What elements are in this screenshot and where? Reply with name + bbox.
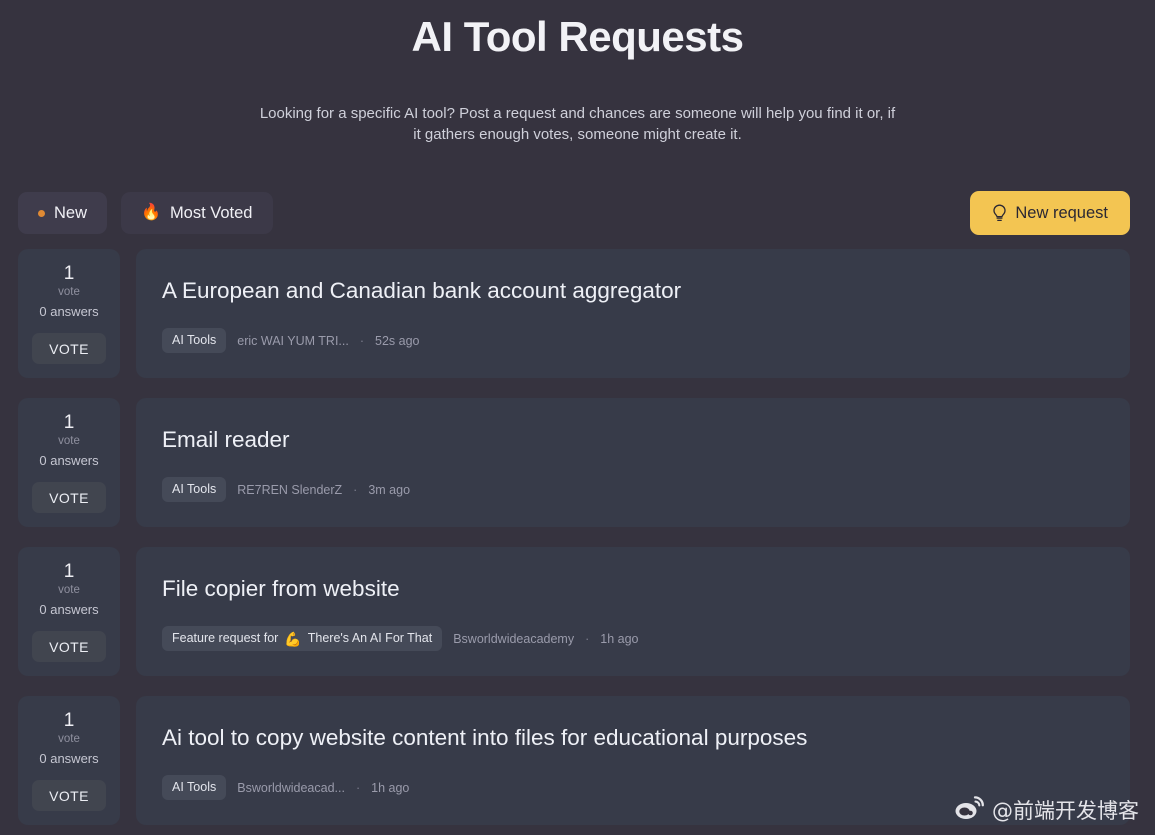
page-title: AI Tool Requests	[411, 13, 744, 60]
tag-label: AI Tools	[172, 333, 217, 347]
request-row: 1 vote 0 answers VOTE A European and Can…	[18, 249, 1130, 378]
vote-panel: 1 vote 0 answers VOTE	[18, 696, 120, 825]
tab-most-voted-label: Most Voted	[169, 203, 253, 222]
fire-icon: 🔥	[141, 204, 161, 221]
request-card[interactable]: Email reader AI Tools RE7REN SlenderZ · …	[136, 398, 1130, 527]
request-time: 3m ago	[368, 482, 411, 497]
vote-word: vote	[58, 435, 80, 447]
tag-pill[interactable]: AI Tools	[162, 775, 227, 800]
vote-panel: 1 vote 0 answers VOTE	[18, 249, 120, 378]
vote-word: vote	[58, 733, 80, 745]
vote-count: 1	[63, 710, 75, 731]
request-row: 1 vote 0 answers VOTE Ai tool to copy we…	[18, 696, 1130, 825]
vote-button[interactable]: VOTE	[32, 631, 106, 662]
vote-word: vote	[58, 584, 80, 596]
meta-separator: ·	[353, 482, 358, 497]
vote-count: 1	[63, 561, 75, 582]
request-card[interactable]: A European and Canadian bank account agg…	[136, 249, 1130, 378]
page-header: AI Tool Requests Looking for a specific …	[0, 0, 1155, 145]
request-title[interactable]: Ai tool to copy website content into fil…	[162, 723, 1104, 753]
requests-list: 1 vote 0 answers VOTE A European and Can…	[0, 249, 1155, 825]
vote-panel: 1 vote 0 answers VOTE	[18, 547, 120, 676]
tag-label: AI Tools	[172, 780, 217, 794]
flexed-biceps-icon: 💪	[284, 630, 302, 647]
request-time: 1h ago	[600, 631, 639, 646]
answers-count: 0 answers	[39, 304, 99, 319]
orange-dot-icon	[38, 209, 45, 217]
request-card[interactable]: Ai tool to copy website content into fil…	[136, 696, 1130, 825]
tag-suffix-label: There's An AI For That	[307, 631, 433, 645]
request-time: 52s ago	[375, 333, 420, 348]
new-request-button[interactable]: New request	[970, 191, 1130, 235]
vote-button[interactable]: VOTE	[32, 333, 106, 364]
request-title[interactable]: A European and Canadian bank account agg…	[162, 276, 1104, 306]
request-author: eric WAI YUM TRI...	[237, 333, 349, 348]
meta-separator: ·	[359, 333, 365, 348]
vote-word: vote	[58, 286, 80, 298]
page-subtitle: Looking for a specific AI tool? Post a r…	[259, 105, 896, 143]
request-meta: AI Tools Bsworldwideacad... · 1h ago	[162, 775, 1104, 800]
request-author: Bsworldwideacad...	[237, 780, 345, 795]
request-author: Bsworldwideacademy	[453, 631, 575, 646]
request-title[interactable]: File copier from website	[162, 574, 1104, 604]
tab-new[interactable]: New	[18, 192, 108, 234]
vote-count: 1	[63, 263, 75, 284]
answers-count: 0 answers	[39, 751, 99, 766]
tag-pill[interactable]: AI Tools	[162, 477, 227, 502]
request-meta: Feature request for 💪 There's An AI For …	[162, 626, 1104, 651]
vote-button[interactable]: VOTE	[32, 482, 106, 513]
request-meta: AI Tools eric WAI YUM TRI... · 52s ago	[162, 328, 1104, 353]
answers-count: 0 answers	[39, 602, 99, 617]
request-meta: AI Tools RE7REN SlenderZ · 3m ago	[162, 477, 1104, 502]
request-row: 1 vote 0 answers VOTE File copier from w…	[18, 547, 1130, 676]
tag-pill-feature-request[interactable]: Feature request for 💪 There's An AI For …	[162, 626, 443, 651]
tag-label: AI Tools	[172, 482, 217, 496]
vote-button[interactable]: VOTE	[32, 780, 106, 811]
toolbar: New 🔥 Most Voted New request	[0, 191, 1155, 235]
tab-group: New 🔥 Most Voted	[18, 192, 273, 234]
vote-panel: 1 vote 0 answers VOTE	[18, 398, 120, 527]
new-request-label: New request	[1015, 203, 1108, 222]
tag-pill[interactable]: AI Tools	[162, 328, 227, 353]
request-row: 1 vote 0 answers VOTE Email reader AI To…	[18, 398, 1130, 527]
vote-count: 1	[63, 412, 75, 433]
request-author: RE7REN SlenderZ	[237, 482, 343, 497]
meta-separator: ·	[355, 780, 361, 795]
tab-new-label: New	[54, 203, 88, 222]
tag-label: Feature request for	[172, 631, 279, 645]
request-card[interactable]: File copier from website Feature request…	[136, 547, 1130, 676]
lightbulb-icon	[992, 204, 1007, 223]
request-title[interactable]: Email reader	[162, 425, 1104, 455]
tab-most-voted[interactable]: 🔥 Most Voted	[121, 192, 273, 234]
answers-count: 0 answers	[39, 453, 99, 468]
request-time: 1h ago	[371, 780, 410, 795]
meta-separator: ·	[585, 631, 590, 646]
